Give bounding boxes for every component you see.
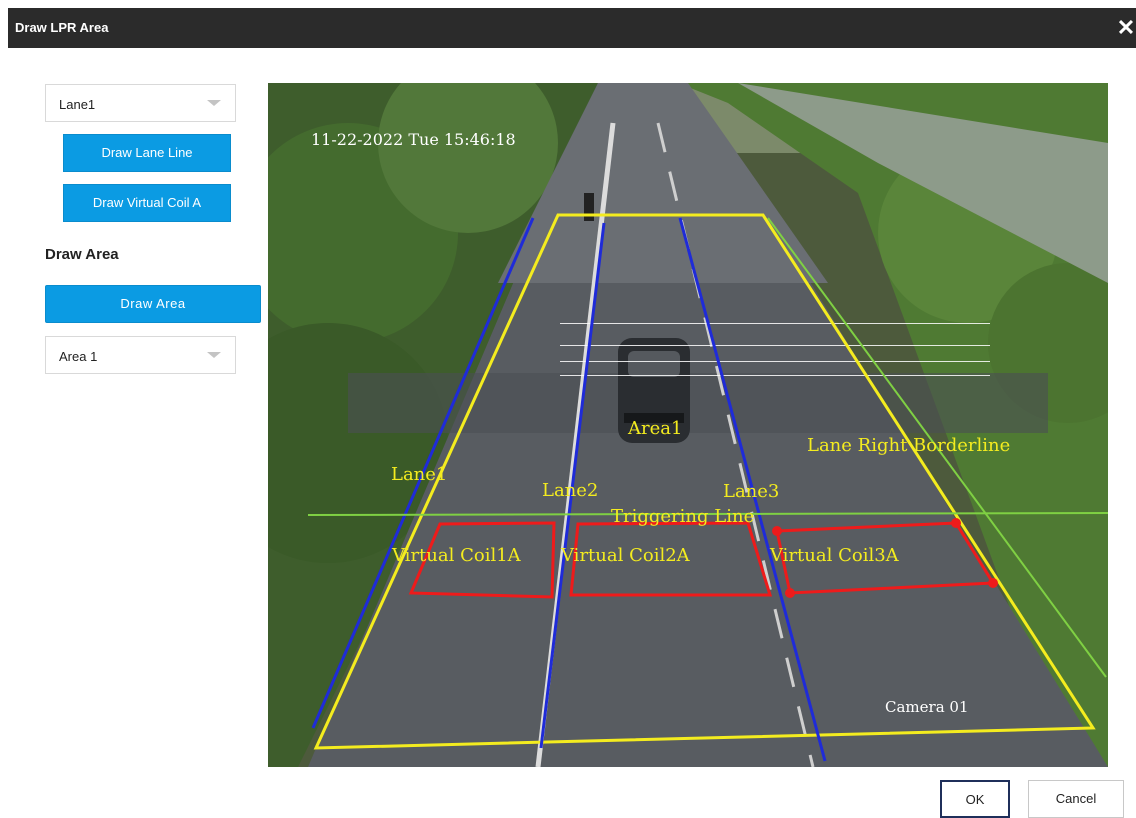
chevron-down-icon (207, 100, 221, 106)
lane-select[interactable]: Lane1 (45, 84, 236, 122)
coil-vertex-handle[interactable] (988, 578, 998, 588)
close-icon[interactable]: ✕ (1116, 17, 1136, 39)
ok-button[interactable]: OK (940, 780, 1010, 818)
motorbike (584, 193, 594, 221)
dialog-title-bar: Draw LPR Area ✕ (8, 8, 1136, 48)
camera-label: Camera 01 (885, 698, 969, 716)
draw-virtual-coil-button[interactable]: Draw Virtual Coil A (63, 184, 231, 222)
video-canvas: 11-22-2022 Tue 15:46:18 Camera 01 Area1 … (268, 83, 1108, 767)
draw-lane-line-button[interactable]: Draw Lane Line (63, 134, 231, 172)
coil-vertex-handle[interactable] (772, 526, 782, 536)
area-select-value: Area 1 (59, 349, 98, 364)
lane-label: Lane1 (391, 464, 447, 485)
lane-label: Lane2 (542, 480, 598, 501)
virtual-coil-label: Virtual Coil3A (769, 545, 900, 566)
lane-label: Lane3 (723, 481, 779, 502)
area-select[interactable]: Area 1 (45, 336, 236, 374)
video-preview[interactable]: 11-22-2022 Tue 15:46:18 Camera 01 Area1 … (268, 83, 1108, 767)
chevron-down-icon (207, 352, 221, 358)
draw-area-heading: Draw Area (45, 246, 119, 263)
timestamp: 11-22-2022 Tue 15:46:18 (311, 130, 516, 149)
virtual-coil-label: Virtual Coil1A (391, 545, 522, 566)
triggering-line-label: Triggering Line (611, 506, 754, 527)
area-label: Area1 (627, 418, 682, 439)
right-borderline-label: Lane Right Borderline (807, 435, 1010, 456)
lane-select-value: Lane1 (59, 97, 96, 112)
dialog-title: Draw LPR Area (15, 20, 109, 35)
draw-area-button[interactable]: Draw Area (45, 285, 261, 323)
cancel-button[interactable]: Cancel (1028, 780, 1124, 818)
coil-vertex-handle[interactable] (785, 588, 795, 598)
coil-vertex-handle[interactable] (951, 518, 961, 528)
virtual-coil-label: Virtual Coil2A (560, 545, 691, 566)
